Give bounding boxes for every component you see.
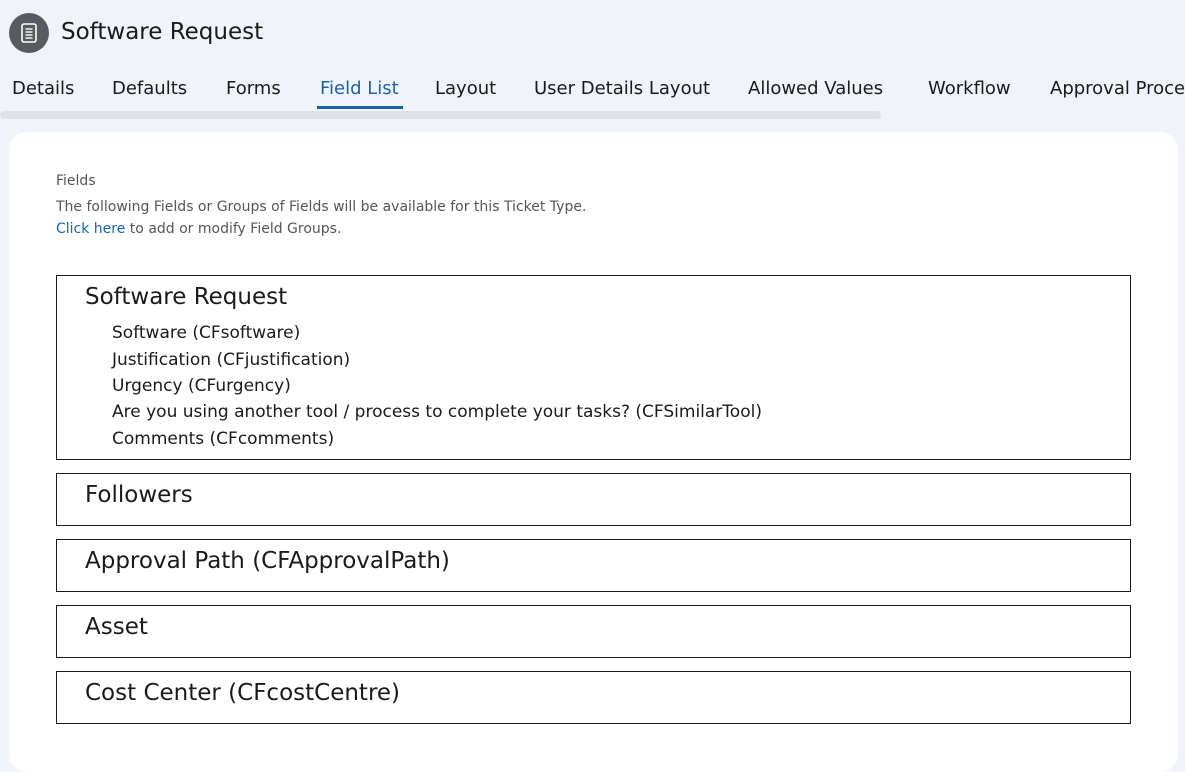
field-item: Are you using another tool / process to … (112, 402, 762, 422)
field-group-cost-center: Cost Center (CFcostCentre) (56, 671, 1131, 724)
tab-details[interactable]: Details (12, 78, 74, 110)
fields-heading: Fields (56, 173, 96, 189)
tab-bar: Details Defaults Forms Field List Layout… (0, 72, 1185, 112)
click-here-link[interactable]: Click here (56, 221, 125, 237)
fields-description: The following Fields or Groups of Fields… (56, 199, 587, 215)
tab-allowed-values[interactable]: Allowed Values (748, 78, 883, 110)
page-title: Software Request (61, 19, 264, 45)
group-title: Followers (85, 482, 193, 508)
field-item: Comments (CFcomments) (112, 429, 335, 449)
group-title: Software Request (85, 284, 288, 310)
field-item: Urgency (CFurgency) (112, 376, 291, 396)
group-title: Asset (85, 614, 148, 640)
tab-user-details-layout[interactable]: User Details Layout (534, 78, 710, 110)
form-icon (9, 13, 49, 53)
field-group-asset: Asset (56, 605, 1131, 658)
tab-layout[interactable]: Layout (435, 78, 496, 110)
field-groups-hint: Click here to add or modify Field Groups… (56, 221, 341, 237)
tab-workflow[interactable]: Workflow (928, 78, 1011, 110)
tab-approval-process[interactable]: Approval Proce (1050, 78, 1185, 110)
field-item: Software (CFsoftware) (112, 323, 301, 343)
tab-forms[interactable]: Forms (226, 78, 281, 110)
link-suffix: to add or modify Field Groups. (125, 221, 342, 237)
group-title: Cost Center (CFcostCentre) (85, 680, 401, 706)
field-item: Justification (CFjustification) (112, 350, 351, 370)
field-group-software-request: Software Request Software (CFsoftware) J… (56, 275, 1131, 460)
tab-defaults[interactable]: Defaults (112, 78, 187, 110)
page-header: Software Request (0, 0, 1185, 70)
field-group-approval-path: Approval Path (CFApprovalPath) (56, 539, 1131, 592)
group-title: Approval Path (CFApprovalPath) (85, 548, 450, 574)
active-tab-indicator (317, 106, 403, 109)
tab-scrollbar[interactable] (0, 111, 881, 119)
field-group-followers: Followers (56, 473, 1131, 526)
